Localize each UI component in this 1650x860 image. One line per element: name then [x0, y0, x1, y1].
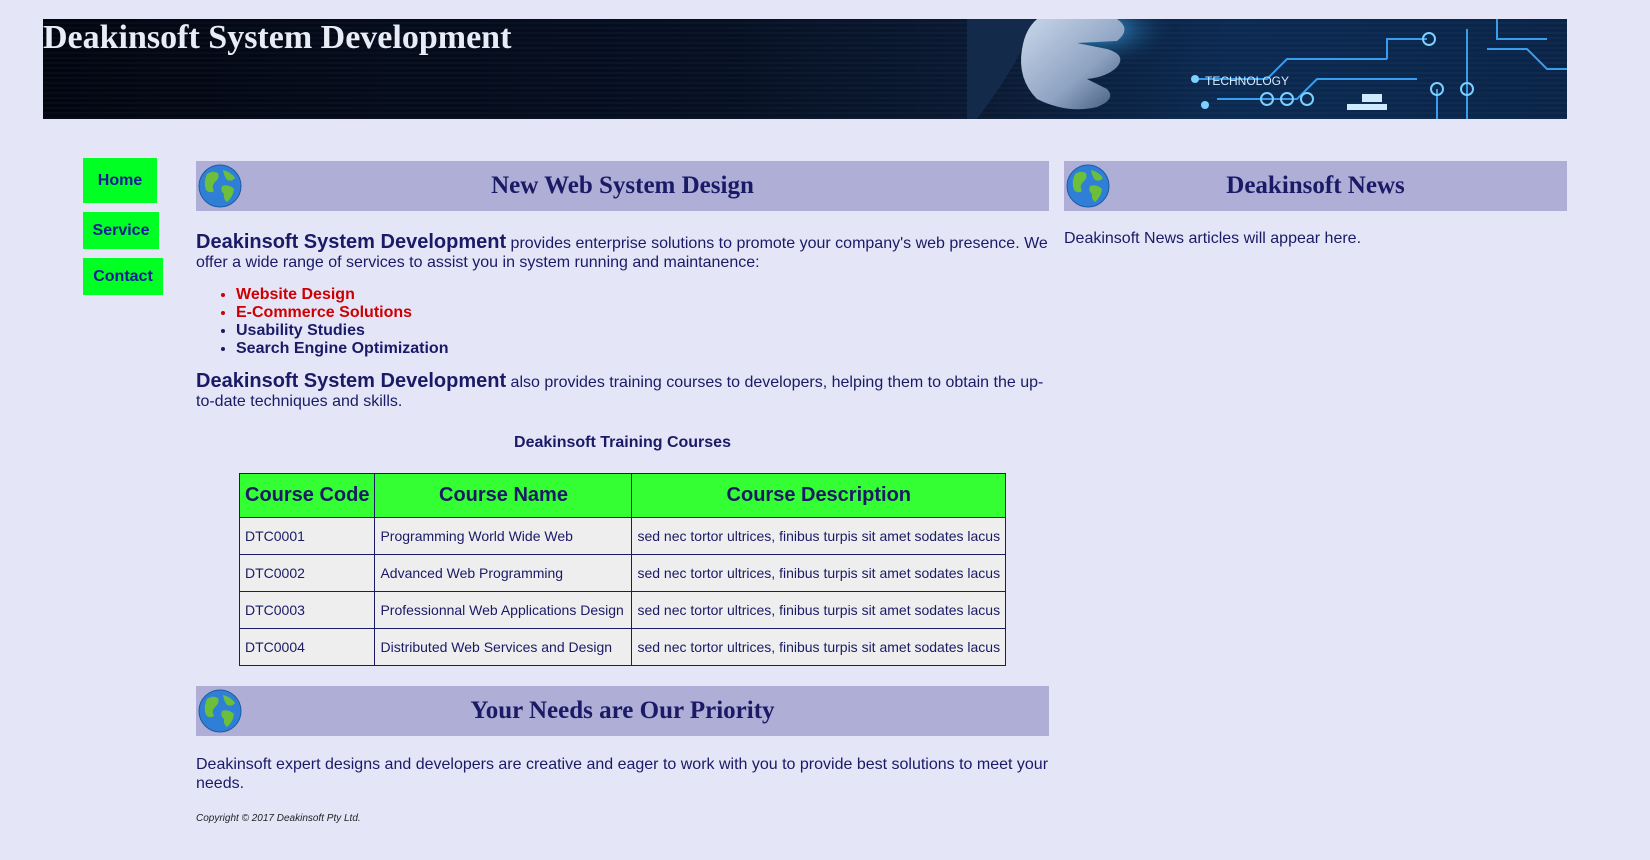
list-item: Website Design	[236, 286, 1049, 304]
table-header-row: Course Code Course Name Course Descripti…	[238, 473, 1007, 518]
section-heading-priority: Your Needs are Our Priority	[196, 686, 1049, 736]
courses-table: Course Code Course Name Course Descripti…	[238, 473, 1007, 666]
header-banner: TECHNOLOGY Deakinsoft System Development	[43, 19, 1567, 119]
main-content: New Web System Design Deakinsoft System …	[196, 161, 1049, 824]
table-cell: DTC0004	[238, 628, 376, 666]
intro-brand: Deakinsoft System Development	[196, 231, 507, 253]
training-brand: Deakinsoft System Development	[196, 370, 507, 392]
nav-service-button[interactable]: Service	[83, 212, 159, 249]
list-item: Usability Studies	[236, 322, 1049, 340]
service-list: Website Design E-Commerce Solutions Usab…	[196, 286, 1049, 358]
list-item: Search Engine Optimization	[236, 340, 1049, 358]
priority-paragraph: Deakinsoft expert designs and developers…	[196, 756, 1049, 792]
table-cell: Professionnal Web Applications Design	[374, 591, 633, 629]
column-header-course-name: Course Name	[374, 473, 633, 518]
section-heading-text: New Web System Design	[491, 172, 754, 199]
table-cell: sed nec tortor ultrices, finibus turpis …	[631, 554, 1007, 592]
list-item: E-Commerce Solutions	[236, 304, 1049, 322]
table-cell: Advanced Web Programming	[374, 554, 633, 592]
table-cell: sed nec tortor ultrices, finibus turpis …	[631, 517, 1007, 555]
training-paragraph: Deakinsoft System Development also provi…	[196, 370, 1049, 411]
column-header-course-description: Course Description	[631, 473, 1007, 518]
table-cell: sed nec tortor ultrices, finibus turpis …	[631, 591, 1007, 629]
table-caption: Deakinsoft Training Courses	[514, 434, 731, 451]
site-title: Deakinsoft System Development	[43, 19, 512, 56]
globe-icon	[198, 689, 242, 733]
main-nav: Home Service Contact	[83, 158, 163, 304]
table-cell: DTC0002	[238, 554, 376, 592]
table-cell: sed nec tortor ultrices, finibus turpis …	[631, 628, 1007, 666]
table-row: DTC0004 Distributed Web Services and Des…	[238, 628, 1007, 666]
table-cell: Programming World Wide Web	[374, 517, 633, 555]
globe-icon	[1066, 164, 1110, 208]
section-heading-text: Deakinsoft News	[1226, 172, 1405, 199]
table-cell: DTC0001	[238, 517, 376, 555]
section-heading-web-design: New Web System Design	[196, 161, 1049, 211]
table-row: DTC0002 Advanced Web Programming sed nec…	[238, 554, 1007, 592]
section-heading-news: Deakinsoft News	[1064, 161, 1567, 211]
news-sidebar: Deakinsoft News Deakinsoft News articles…	[1064, 161, 1567, 248]
table-cell: Distributed Web Services and Design	[374, 628, 633, 666]
table-row: DTC0001 Programming World Wide Web sed n…	[238, 517, 1007, 555]
hand-circuit-art: TECHNOLOGY	[967, 19, 1567, 119]
news-placeholder-text: Deakinsoft News articles will appear her…	[1064, 230, 1362, 247]
column-header-course-code: Course Code	[238, 473, 376, 518]
banner-technology-text: TECHNOLOGY	[1205, 74, 1289, 88]
table-cell: DTC0003	[238, 591, 376, 629]
section-heading-text: Your Needs are Our Priority	[470, 697, 775, 724]
nav-home-button[interactable]: Home	[83, 158, 157, 203]
copyright-text: Copyright © 2017 Deakinsoft Pty Ltd.	[196, 813, 361, 824]
intro-paragraph: Deakinsoft System Development provides e…	[196, 231, 1049, 272]
globe-icon	[198, 164, 242, 208]
nav-contact-button[interactable]: Contact	[83, 258, 163, 295]
table-row: DTC0003 Professionnal Web Applications D…	[238, 591, 1007, 629]
